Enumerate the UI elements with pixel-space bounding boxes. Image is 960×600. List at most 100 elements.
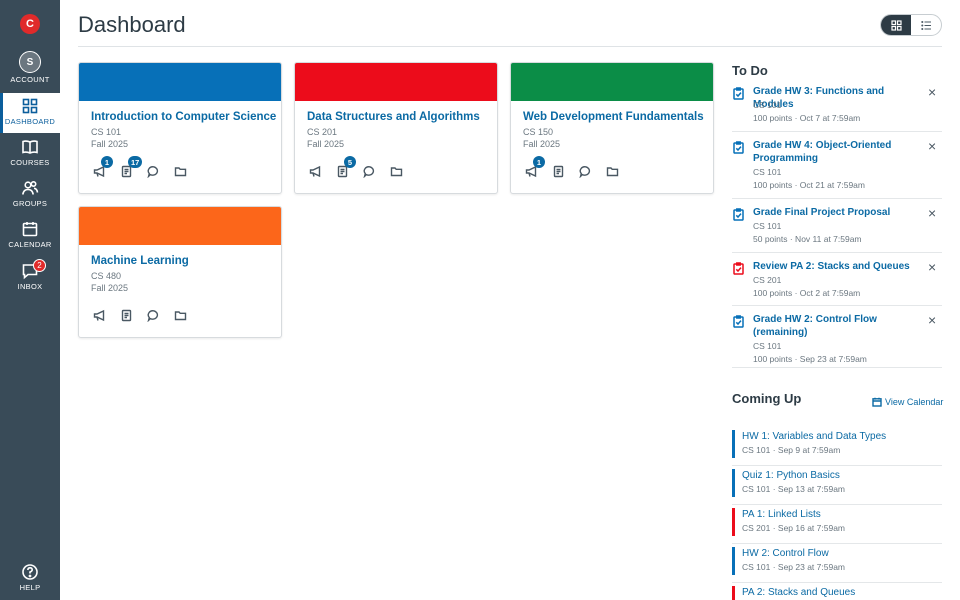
course-color-bar xyxy=(732,586,735,600)
dismiss-todo-button[interactable]: × xyxy=(928,139,936,153)
list-icon xyxy=(920,20,931,30)
course-card[interactable]: Introduction to Computer Science CS 101 … xyxy=(78,62,282,194)
todo-details: 100 points · Oct 21 at 7:59am xyxy=(753,180,865,190)
course-term: Fall 2025 xyxy=(523,139,561,149)
coming-up-item[interactable]: PA 2: Stacks and Queues xyxy=(732,586,942,600)
course-card-actions xyxy=(93,309,201,323)
assignment-icon[interactable] xyxy=(120,309,133,322)
global-nav: C S ACCOUNT DASHBOARD COURSES GROUPS CAL… xyxy=(0,0,60,600)
view-calendar-link[interactable]: View Calendar xyxy=(872,397,943,407)
unread-badge: 17 xyxy=(128,156,143,168)
discussion-icon[interactable] xyxy=(579,165,592,179)
folder-icon[interactable] xyxy=(174,309,187,322)
coming-up-item[interactable]: HW 2: Control Flow CS 101 · Sep 23 at 7:… xyxy=(732,547,942,583)
course-code: CS 201 xyxy=(307,127,338,137)
course-title[interactable]: Machine Learning xyxy=(91,255,189,267)
todo-details: 100 points · Oct 7 at 7:59am xyxy=(753,113,861,123)
announcement-icon[interactable]: 1 xyxy=(93,156,113,178)
assignment-icon[interactable] xyxy=(552,165,565,178)
nav-groups[interactable]: GROUPS xyxy=(0,179,60,219)
coming-up-item[interactable]: HW 1: Variables and Data Types CS 101 · … xyxy=(732,430,942,466)
app-logo[interactable]: C xyxy=(20,14,40,34)
todo-course: CS 101 xyxy=(753,100,782,110)
course-term: Fall 2025 xyxy=(91,139,129,149)
discussion-icon[interactable] xyxy=(363,165,376,179)
nav-inbox[interactable]: 2 INBOX xyxy=(0,259,60,302)
discussion-icon[interactable] xyxy=(147,309,160,323)
announcement-icon[interactable] xyxy=(93,309,106,322)
nav-calendar-label: CALENDAR xyxy=(8,240,52,249)
course-card[interactable]: Machine Learning CS 480 Fall 2025 xyxy=(78,206,282,338)
nav-calendar[interactable]: CALENDAR xyxy=(0,220,60,260)
assignment-icon[interactable]: 5 xyxy=(336,156,356,178)
todo-item: Review PA 2: Stacks and Queues CS 201 10… xyxy=(732,260,942,306)
calendar-icon xyxy=(872,397,882,407)
coming-up-heading: Coming Up xyxy=(732,391,802,406)
coming-up-title[interactable]: HW 2: Control Flow xyxy=(742,547,829,560)
coming-up-title[interactable]: PA 2: Stacks and Queues xyxy=(742,586,855,599)
announcement-icon[interactable] xyxy=(309,165,322,178)
view-calendar-label: View Calendar xyxy=(885,397,944,407)
coming-up-title[interactable]: PA 1: Linked Lists xyxy=(742,508,821,521)
card-view-button[interactable] xyxy=(881,15,911,35)
assignment-icon xyxy=(732,87,745,100)
folder-icon[interactable] xyxy=(390,165,403,178)
header-divider xyxy=(78,46,942,47)
course-color-bar xyxy=(732,508,735,536)
course-term: Fall 2025 xyxy=(91,283,129,293)
coming-up-item[interactable]: PA 1: Linked Lists CS 201 · Sep 16 at 7:… xyxy=(732,508,942,544)
nav-help-label: HELP xyxy=(19,583,41,592)
course-card-color[interactable] xyxy=(79,63,281,101)
coming-up-meta: CS 101 · Sep 23 at 7:59am xyxy=(742,562,846,572)
folder-icon[interactable] xyxy=(174,165,187,178)
course-card-color[interactable] xyxy=(295,63,497,101)
coming-up-meta: CS 101 · Sep 13 at 7:59am xyxy=(742,484,846,494)
nav-dashboard-label: DASHBOARD xyxy=(4,117,56,126)
dashboard-icon xyxy=(22,98,38,114)
course-color-bar xyxy=(732,430,735,458)
dashboard-view-toggle xyxy=(880,14,942,36)
avatar: S xyxy=(19,51,41,73)
todo-title[interactable]: Grade Final Project Proposal xyxy=(753,206,921,219)
course-title[interactable]: Introduction to Computer Science xyxy=(91,111,276,123)
list-view-button[interactable] xyxy=(911,15,941,35)
grid-icon xyxy=(890,19,902,31)
coming-up-meta: CS 101 · Sep 9 at 7:59am xyxy=(742,445,841,455)
course-card[interactable]: Data Structures and Algorithms CS 201 Fa… xyxy=(294,62,498,194)
todo-item: Grade HW 3: Functions and Modules CS 101… xyxy=(732,85,942,132)
nav-help[interactable]: HELP xyxy=(0,563,60,600)
unread-badge: 1 xyxy=(101,156,113,168)
todo-title[interactable]: Review PA 2: Stacks and Queues xyxy=(753,260,921,273)
nav-dashboard[interactable]: DASHBOARD xyxy=(0,93,60,133)
course-card-color[interactable] xyxy=(511,63,713,101)
course-title[interactable]: Web Development Fundamentals xyxy=(523,111,704,123)
todo-details: 50 points · Nov 11 at 7:59am xyxy=(753,234,862,244)
course-color-bar xyxy=(732,547,735,575)
course-card-color[interactable] xyxy=(79,207,281,245)
todo-heading: To Do xyxy=(732,63,768,78)
folder-icon[interactable] xyxy=(606,165,619,178)
course-title[interactable]: Data Structures and Algorithms xyxy=(307,111,480,123)
coming-up-item[interactable]: Quiz 1: Python Basics CS 101 · Sep 13 at… xyxy=(732,469,942,505)
course-color-bar xyxy=(732,469,735,497)
dismiss-todo-button[interactable]: × xyxy=(928,313,936,327)
nav-account[interactable]: S ACCOUNT xyxy=(0,51,60,91)
assignment-icon[interactable]: 17 xyxy=(120,156,143,178)
course-card[interactable]: Web Development Fundamentals CS 150 Fall… xyxy=(510,62,714,194)
todo-details: 100 points · Sep 23 at 7:59am xyxy=(753,354,867,364)
discussion-icon[interactable] xyxy=(147,165,160,179)
announcement-icon[interactable]: 1 xyxy=(525,156,545,178)
todo-item: Grade HW 4: Object-Oriented Programming … xyxy=(732,139,942,199)
nav-courses[interactable]: COURSES xyxy=(0,138,60,178)
coming-up-title[interactable]: HW 1: Variables and Data Types xyxy=(742,430,886,443)
assignment-icon xyxy=(732,315,745,328)
dismiss-todo-button[interactable]: × xyxy=(928,206,936,220)
assignment-icon xyxy=(732,141,745,154)
dismiss-todo-button[interactable]: × xyxy=(928,85,936,99)
todo-title[interactable]: Grade HW 4: Object-Oriented Programming xyxy=(753,139,921,165)
dismiss-todo-button[interactable]: × xyxy=(928,260,936,274)
coming-up-title[interactable]: Quiz 1: Python Basics xyxy=(742,469,840,482)
calendar-icon xyxy=(22,222,38,237)
unread-badge: 1 xyxy=(533,156,545,168)
todo-title[interactable]: Grade HW 2: Control Flow (remaining) xyxy=(753,313,921,339)
